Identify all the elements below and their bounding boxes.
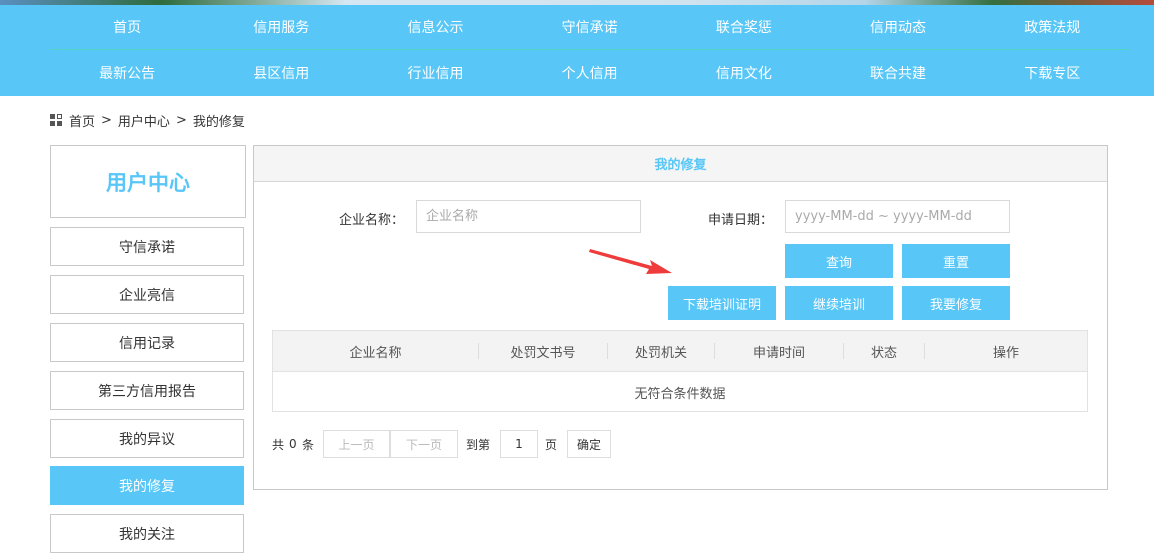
company-name-input[interactable] bbox=[416, 200, 641, 233]
table-header: 企业名称 处罚文书号 处罚机关 申请时间 状态 操作 bbox=[273, 331, 1087, 372]
sidebar-item-my-repair[interactable]: 我的修复 bbox=[50, 466, 244, 505]
apply-date-range-input[interactable] bbox=[785, 200, 1010, 233]
page-number-input[interactable] bbox=[500, 430, 538, 458]
sidebar-item-enterprise-credit-show[interactable]: 企业亮信 bbox=[50, 275, 244, 314]
breadcrumb-home-link[interactable]: 首页 bbox=[69, 111, 95, 130]
prev-page-button[interactable]: 上一页 bbox=[323, 430, 390, 458]
nav-item-home[interactable]: 首页 bbox=[50, 5, 204, 49]
nav-item-credit-culture[interactable]: 信用文化 bbox=[667, 51, 821, 95]
breadcrumb-user-center-link[interactable]: 用户中心 bbox=[118, 111, 170, 130]
nav-row-2: 最新公告 县区信用 行业信用 个人信用 信用文化 联合共建 下载专区 bbox=[50, 51, 1130, 95]
annotation-arrow-icon bbox=[589, 249, 672, 274]
pager-total-count: 0 bbox=[289, 437, 297, 451]
nav-item-announcements[interactable]: 最新公告 bbox=[50, 51, 204, 95]
column-header-company: 企业名称 bbox=[349, 345, 402, 361]
column-header-actions: 操作 bbox=[992, 345, 1019, 361]
grid-icon bbox=[50, 114, 62, 126]
main-nav: 首页 信用服务 信息公示 守信承诺 联合奖惩 信用动态 政策法规 最新公告 县区… bbox=[0, 5, 1154, 96]
reset-button[interactable]: 重置 bbox=[902, 244, 1010, 278]
next-page-button[interactable]: 下一页 bbox=[390, 430, 458, 458]
sidebar-title: 用户中心 bbox=[50, 145, 246, 218]
nav-item-joint-construction[interactable]: 联合共建 bbox=[821, 51, 975, 95]
panel-title: 我的修复 bbox=[254, 146, 1107, 182]
nav-item-credit-news[interactable]: 信用动态 bbox=[821, 5, 975, 49]
breadcrumb-separator: > bbox=[101, 112, 112, 128]
pager-total-prefix: 共 bbox=[272, 437, 285, 452]
nav-item-downloads[interactable]: 下载专区 bbox=[975, 51, 1129, 95]
nav-item-joint-reward-punish[interactable]: 联合奖惩 bbox=[667, 5, 821, 49]
nav-item-credit-commitment[interactable]: 守信承诺 bbox=[513, 5, 667, 49]
query-button[interactable]: 查询 bbox=[785, 244, 893, 278]
nav-item-credit-service[interactable]: 信用服务 bbox=[204, 5, 358, 49]
download-training-cert-button[interactable]: 下载培训证明 bbox=[668, 286, 776, 320]
apply-repair-button[interactable]: 我要修复 bbox=[902, 286, 1010, 320]
pager-total-suffix: 条 bbox=[302, 437, 315, 452]
sidebar-item-credit-commitment[interactable]: 守信承诺 bbox=[50, 227, 244, 266]
nav-item-info-disclosure[interactable]: 信息公示 bbox=[358, 5, 512, 49]
nav-divider bbox=[50, 49, 1130, 50]
nav-row-1: 首页 信用服务 信息公示 守信承诺 联合奖惩 信用动态 政策法规 bbox=[50, 5, 1130, 49]
repair-panel: 我的修复 企业名称： 申请日期： 查询 重置 下载培训证明 继续培训 我要修复 … bbox=[253, 145, 1108, 490]
page-confirm-button[interactable]: 确定 bbox=[567, 430, 611, 458]
nav-item-personal-credit[interactable]: 个人信用 bbox=[513, 51, 667, 95]
pager-goto-prefix: 到第 bbox=[466, 437, 491, 452]
sidebar-item-my-objections[interactable]: 我的异议 bbox=[50, 419, 244, 458]
column-header-apply-time: 申请时间 bbox=[752, 345, 805, 361]
breadcrumb-current: 我的修复 bbox=[192, 114, 245, 130]
column-header-status: 状态 bbox=[870, 345, 897, 361]
pager-goto-suffix: 页 bbox=[545, 437, 558, 452]
company-name-label: 企业名称： bbox=[339, 213, 405, 228]
apply-date-label: 申请日期： bbox=[708, 213, 774, 228]
column-header-penalty-authority: 处罚机关 bbox=[634, 345, 687, 361]
breadcrumb: 首页 > 用户中心 > 我的修复 bbox=[50, 111, 245, 130]
table-empty-message: 无符合条件数据 bbox=[634, 386, 726, 402]
sidebar-item-third-party-report[interactable]: 第三方信用报告 bbox=[50, 371, 244, 410]
sidebar-item-my-follows[interactable]: 我的关注 bbox=[50, 514, 244, 553]
sidebar-item-credit-record[interactable]: 信用记录 bbox=[50, 323, 244, 362]
nav-item-industry-credit[interactable]: 行业信用 bbox=[358, 51, 512, 95]
column-header-penalty-doc-no: 处罚文书号 bbox=[510, 345, 576, 361]
breadcrumb-separator: > bbox=[175, 112, 187, 128]
nav-item-county-credit[interactable]: 县区信用 bbox=[204, 51, 358, 95]
continue-training-button[interactable]: 继续培训 bbox=[785, 286, 893, 320]
repair-table: 企业名称 处罚文书号 处罚机关 申请时间 状态 操作 无符合条件数据 bbox=[272, 330, 1088, 412]
nav-item-policy[interactable]: 政策法规 bbox=[975, 5, 1129, 49]
